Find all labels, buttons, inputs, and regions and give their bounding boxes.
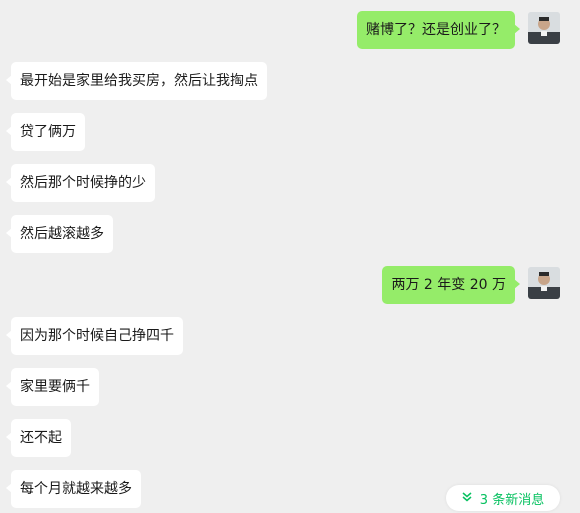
message-bubble-outgoing[interactable]: 赌博了？还是创业了？	[357, 11, 520, 49]
message-row-outgoing: 赌博了？还是创业了？	[0, 11, 580, 49]
double-chevron-down-icon	[462, 492, 472, 504]
message-row-incoming: 因为那个时候自己挣四千	[0, 317, 580, 355]
message-bubble-incoming[interactable]: 因为那个时候自己挣四千	[6, 317, 183, 355]
message-bubble-incoming[interactable]: 贷了俩万	[6, 113, 85, 151]
message-bubble-incoming[interactable]: 还不起	[6, 419, 71, 457]
new-messages-label: 3 条新消息	[479, 492, 545, 508]
user-avatar[interactable]	[528, 12, 560, 44]
message-bubble-incoming[interactable]: 然后越滚越多	[6, 215, 113, 253]
message-row-incoming: 家里要俩千	[0, 368, 580, 406]
message-bubble-incoming[interactable]: 家里要俩千	[6, 368, 99, 406]
message-bubble-incoming[interactable]: 最开始是家里给我买房，然后让我掏点	[6, 62, 267, 100]
new-messages-button[interactable]: 3 条新消息	[446, 485, 560, 511]
message-bubble-incoming[interactable]: 每个月就越来越多	[6, 470, 141, 508]
user-avatar[interactable]	[528, 267, 560, 299]
message-bubble-outgoing[interactable]: 两万 2 年变 20 万	[382, 266, 520, 304]
message-row-incoming: 贷了俩万	[0, 113, 580, 151]
message-row-incoming: 然后越滚越多	[0, 215, 580, 253]
chat-window: 赌博了？还是创业了？ 最开始是家里给我买房，然后让我掏点 贷了俩万 然后那个时候…	[0, 0, 580, 513]
message-row-outgoing: 两万 2 年变 20 万	[0, 266, 580, 304]
message-row-incoming: 然后那个时候挣的少	[0, 164, 580, 202]
message-row-incoming: 最开始是家里给我买房，然后让我掏点	[0, 62, 580, 100]
message-bubble-incoming[interactable]: 然后那个时候挣的少	[6, 164, 155, 202]
message-row-incoming: 还不起	[0, 419, 580, 457]
